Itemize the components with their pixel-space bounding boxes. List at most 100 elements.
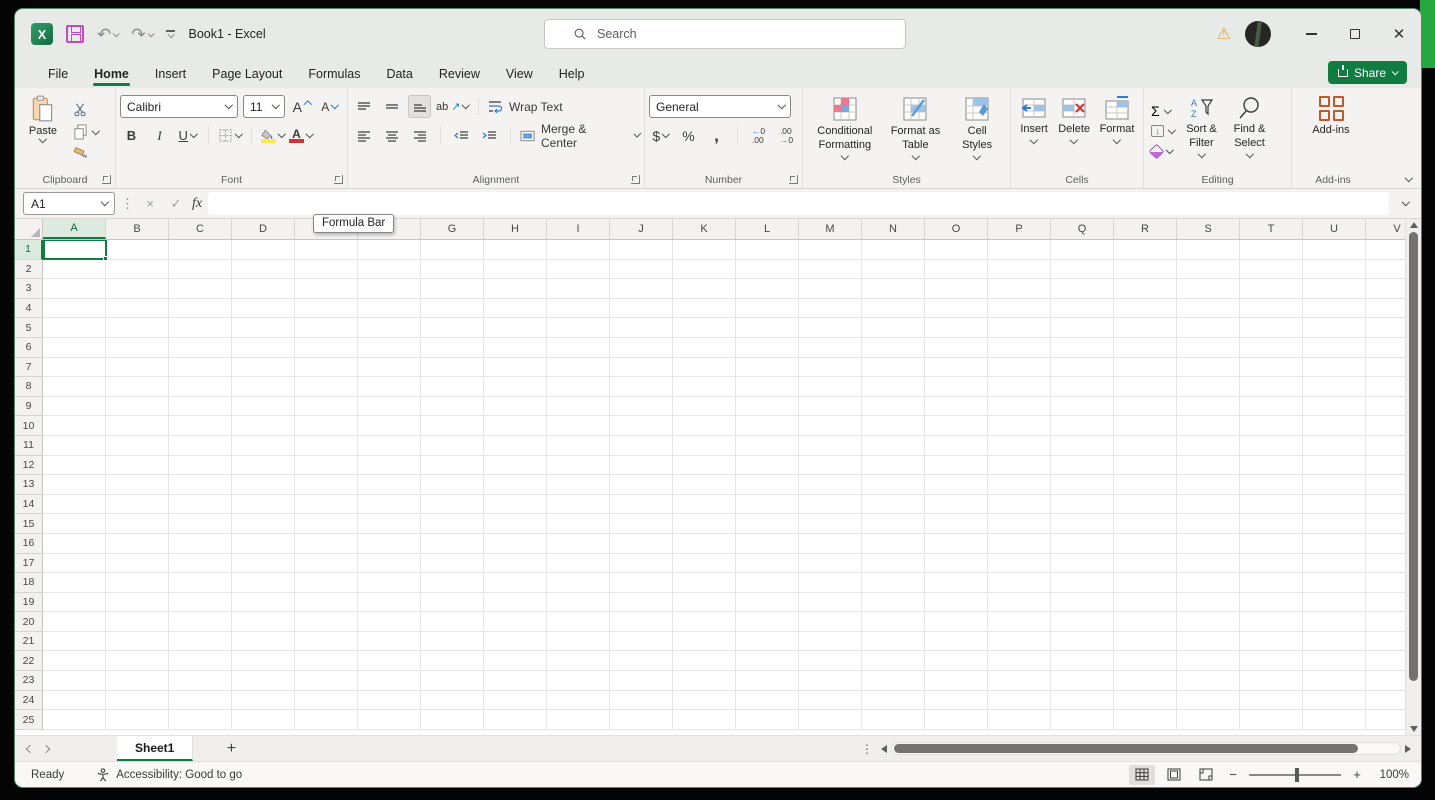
row-header-11[interactable]: 11 <box>15 436 43 456</box>
cell-B24[interactable] <box>106 691 169 711</box>
cell-L7[interactable] <box>736 358 799 378</box>
minimize-button[interactable] <box>1289 9 1333 59</box>
cell-M5[interactable] <box>799 318 862 338</box>
cell-P16[interactable] <box>988 534 1051 554</box>
merge-center-button[interactable]: Merge & Center <box>520 124 640 147</box>
cell-Q25[interactable] <box>1051 710 1114 730</box>
cell-S2[interactable] <box>1177 260 1240 280</box>
column-header-V[interactable]: V <box>1366 219 1405 239</box>
row-header-14[interactable]: 14 <box>15 495 43 515</box>
orientation-button[interactable]: ab↗ <box>436 95 469 118</box>
cell-L6[interactable] <box>736 338 799 358</box>
cell-O9[interactable] <box>925 397 988 417</box>
cell-M2[interactable] <box>799 260 862 280</box>
cell-A18[interactable] <box>43 573 106 593</box>
cell-A4[interactable] <box>43 299 106 319</box>
cell-E11[interactable] <box>295 436 358 456</box>
tab-page-layout[interactable]: Page Layout <box>199 62 295 88</box>
cell-T21[interactable] <box>1240 632 1303 652</box>
cell-M21[interactable] <box>799 632 862 652</box>
cell-U17[interactable] <box>1303 554 1366 574</box>
cell-C25[interactable] <box>169 710 232 730</box>
cell-S9[interactable] <box>1177 397 1240 417</box>
cell-R10[interactable] <box>1114 416 1177 436</box>
row-header-1[interactable]: 1 <box>15 240 43 260</box>
cell-T22[interactable] <box>1240 651 1303 671</box>
cut-button[interactable] <box>73 102 99 119</box>
column-header-O[interactable]: O <box>925 219 988 239</box>
cell-B2[interactable] <box>106 260 169 280</box>
cell-A19[interactable] <box>43 593 106 613</box>
cell-L5[interactable] <box>736 318 799 338</box>
cell-K19[interactable] <box>673 593 736 613</box>
cell-T12[interactable] <box>1240 456 1303 476</box>
cell-K22[interactable] <box>673 651 736 671</box>
cell-U5[interactable] <box>1303 318 1366 338</box>
cell-P14[interactable] <box>988 495 1051 515</box>
cell-K23[interactable] <box>673 671 736 691</box>
cell-C23[interactable] <box>169 671 232 691</box>
cell-V23[interactable] <box>1366 671 1405 691</box>
cell-F20[interactable] <box>358 612 421 632</box>
cell-G6[interactable] <box>421 338 484 358</box>
alignment-dialog-launcher[interactable] <box>631 175 640 184</box>
cell-K17[interactable] <box>673 554 736 574</box>
cell-C20[interactable] <box>169 612 232 632</box>
cell-N13[interactable] <box>862 475 925 495</box>
cell-C16[interactable] <box>169 534 232 554</box>
cell-P10[interactable] <box>988 416 1051 436</box>
cell-B12[interactable] <box>106 456 169 476</box>
cell-B18[interactable] <box>106 573 169 593</box>
cell-L8[interactable] <box>736 377 799 397</box>
cell-M18[interactable] <box>799 573 862 593</box>
cell-F5[interactable] <box>358 318 421 338</box>
cell-C22[interactable] <box>169 651 232 671</box>
row-header-8[interactable]: 8 <box>15 377 43 397</box>
accessibility-status[interactable]: Accessibility: Good to go <box>96 768 242 782</box>
cell-E24[interactable] <box>295 691 358 711</box>
cell-R21[interactable] <box>1114 632 1177 652</box>
cell-A24[interactable] <box>43 691 106 711</box>
delete-cells-button[interactable]: Delete <box>1053 92 1095 170</box>
cell-M23[interactable] <box>799 671 862 691</box>
cell-E3[interactable] <box>295 279 358 299</box>
cell-O11[interactable] <box>925 436 988 456</box>
cell-C10[interactable] <box>169 416 232 436</box>
cell-O23[interactable] <box>925 671 988 691</box>
cell-I2[interactable] <box>547 260 610 280</box>
cell-L12[interactable] <box>736 456 799 476</box>
cell-U4[interactable] <box>1303 299 1366 319</box>
cell-M19[interactable] <box>799 593 862 613</box>
cell-Q9[interactable] <box>1051 397 1114 417</box>
zoom-in-button[interactable]: + <box>1349 767 1365 782</box>
cell-L18[interactable] <box>736 573 799 593</box>
cell-N1[interactable] <box>862 240 925 260</box>
cell-U10[interactable] <box>1303 416 1366 436</box>
cell-C8[interactable] <box>169 377 232 397</box>
cell-D14[interactable] <box>232 495 295 515</box>
cell-I18[interactable] <box>547 573 610 593</box>
cell-H17[interactable] <box>484 554 547 574</box>
cell-S22[interactable] <box>1177 651 1240 671</box>
cell-T14[interactable] <box>1240 495 1303 515</box>
cell-Q6[interactable] <box>1051 338 1114 358</box>
cell-Q10[interactable] <box>1051 416 1114 436</box>
cell-P24[interactable] <box>988 691 1051 711</box>
cell-R7[interactable] <box>1114 358 1177 378</box>
cell-L2[interactable] <box>736 260 799 280</box>
tab-home[interactable]: Home <box>81 62 142 88</box>
cell-H11[interactable] <box>484 436 547 456</box>
cell-S25[interactable] <box>1177 710 1240 730</box>
cell-O1[interactable] <box>925 240 988 260</box>
cell-T6[interactable] <box>1240 338 1303 358</box>
cell-F4[interactable] <box>358 299 421 319</box>
cell-L4[interactable] <box>736 299 799 319</box>
tab-file[interactable]: File <box>35 62 81 88</box>
cell-F8[interactable] <box>358 377 421 397</box>
cell-T8[interactable] <box>1240 377 1303 397</box>
chevron-down-icon[interactable] <box>306 130 314 138</box>
cell-J4[interactable] <box>610 299 673 319</box>
cancel-button[interactable]: × <box>140 196 160 211</box>
cell-E19[interactable] <box>295 593 358 613</box>
cell-C24[interactable] <box>169 691 232 711</box>
